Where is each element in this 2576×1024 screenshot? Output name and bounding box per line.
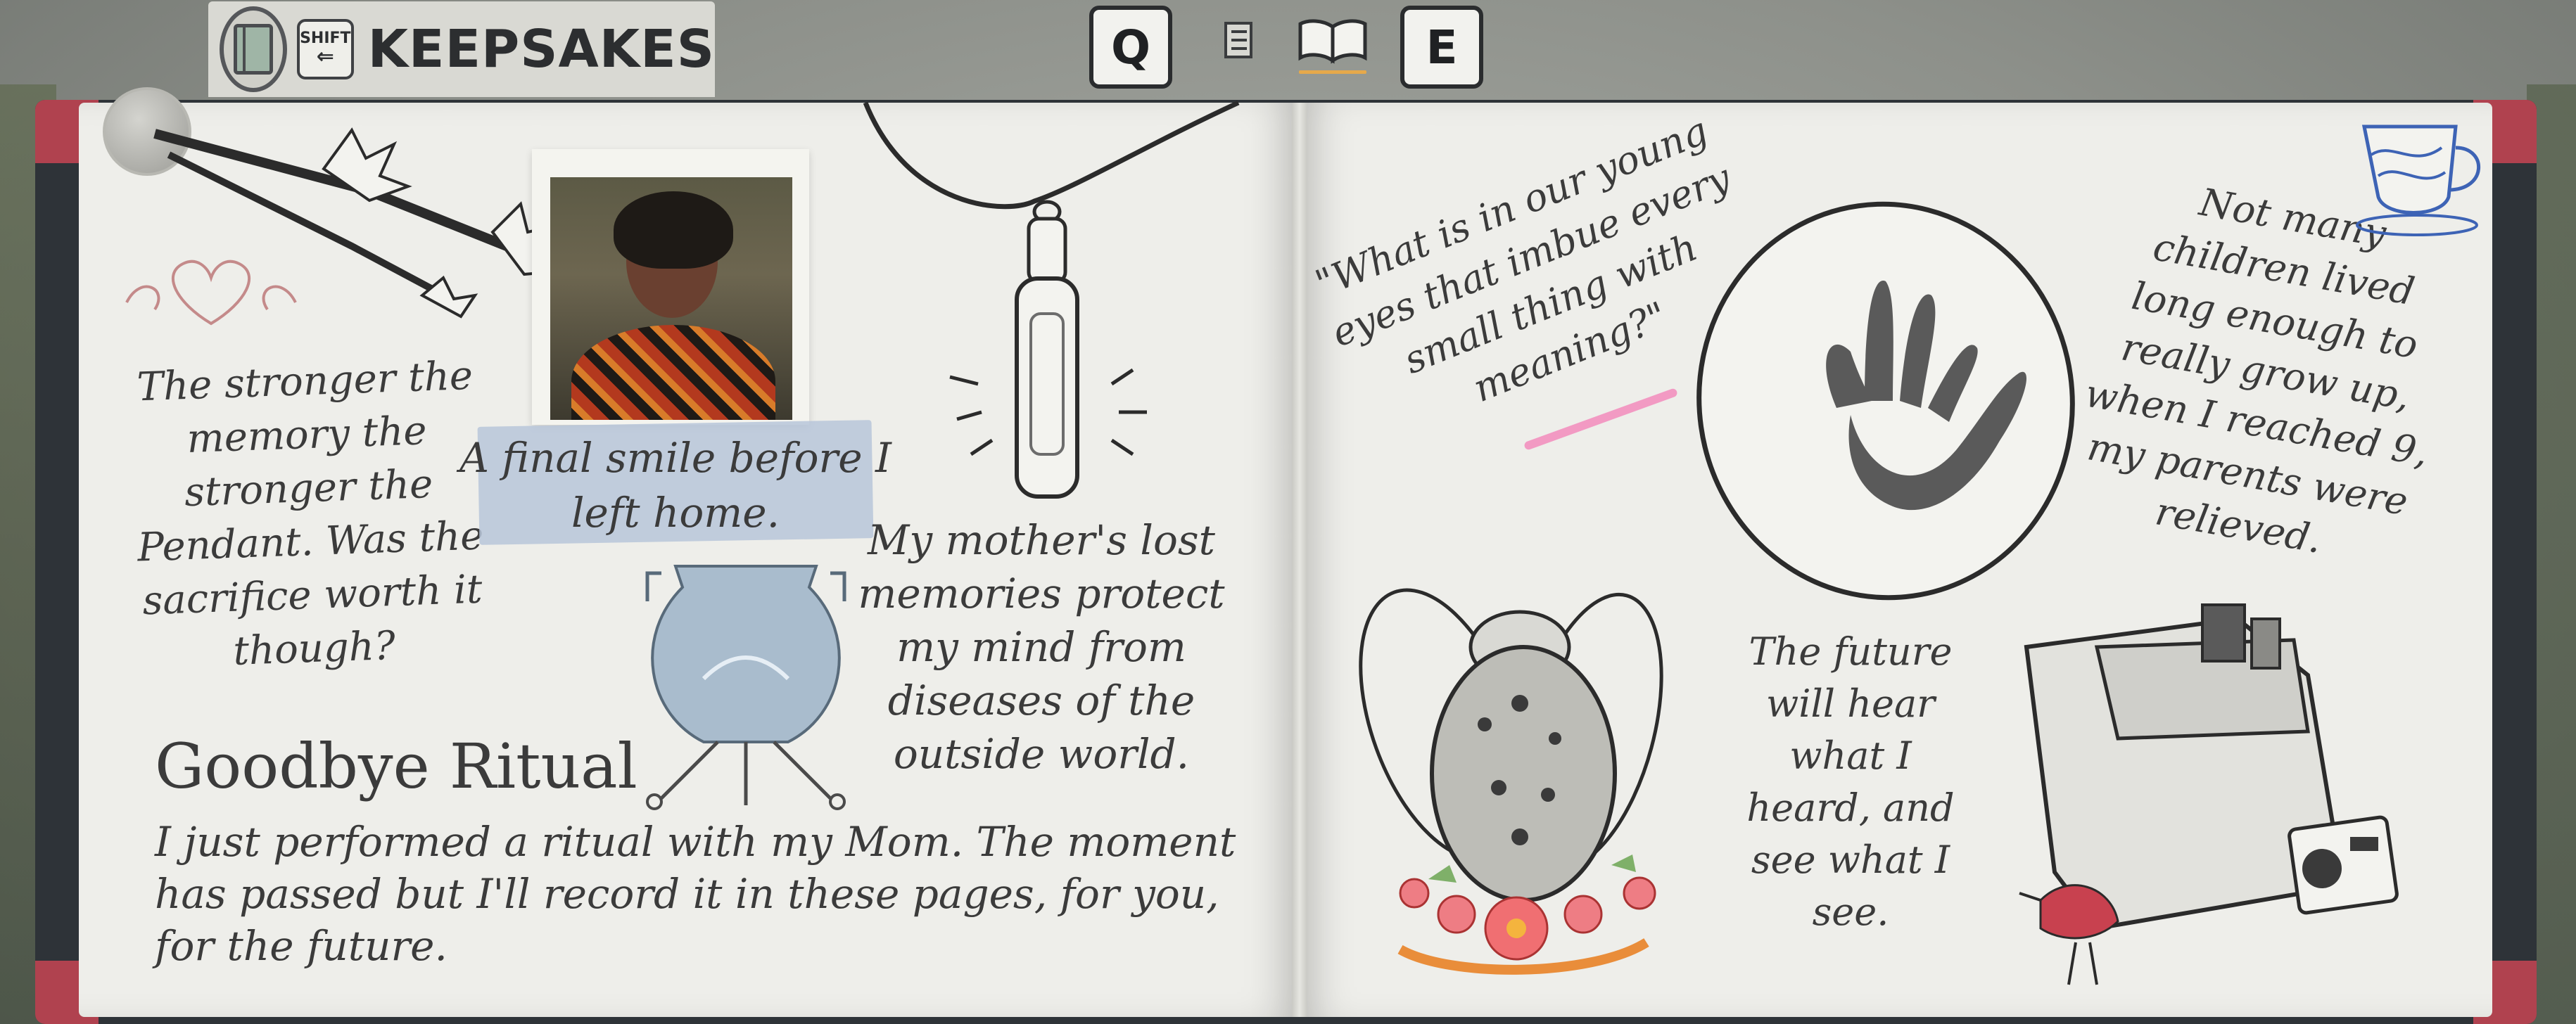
journal-icon[interactable]: [220, 6, 288, 92]
shift-key-hint: SHIFT ⇐: [297, 19, 354, 79]
heart-doodle: [125, 260, 297, 326]
prev-tab-key-q[interactable]: Q: [1089, 6, 1172, 89]
book-spine: [1292, 103, 1307, 1017]
page-title: KEEPSAKES: [367, 19, 715, 79]
active-tab-underline: [1299, 70, 1366, 74]
polaroid-photo[interactable]: [532, 149, 809, 425]
keepsakes-header: SHIFT ⇐ KEEPSAKES: [208, 1, 715, 97]
list-icon[interactable]: [1217, 15, 1260, 65]
backpack-camera-sketch: [2019, 603, 2399, 985]
handprint-plate-sketch: [1696, 201, 2075, 601]
photo-caption: A final smile before I left home.: [459, 434, 892, 537]
note-future: The future will hear what I heard, and s…: [1746, 629, 1955, 934]
teacup-sketch: [2356, 124, 2481, 236]
open-book-icon[interactable]: [1293, 15, 1372, 65]
ritual-title: Goodbye Ritual: [155, 730, 637, 802]
shift-arrow-icon: ⇐: [316, 44, 334, 69]
vase-sketch: [645, 565, 846, 810]
beetle-sketch: [1359, 588, 1663, 975]
pendant-sketch: [863, 100, 1240, 499]
portrait-photo: [550, 177, 792, 420]
ritual-body: I just performed a ritual with my Mom. T…: [155, 818, 1236, 970]
next-tab-key-e[interactable]: E: [1400, 6, 1483, 89]
note-mother: My mother's lost memories protect my min…: [858, 516, 1225, 778]
